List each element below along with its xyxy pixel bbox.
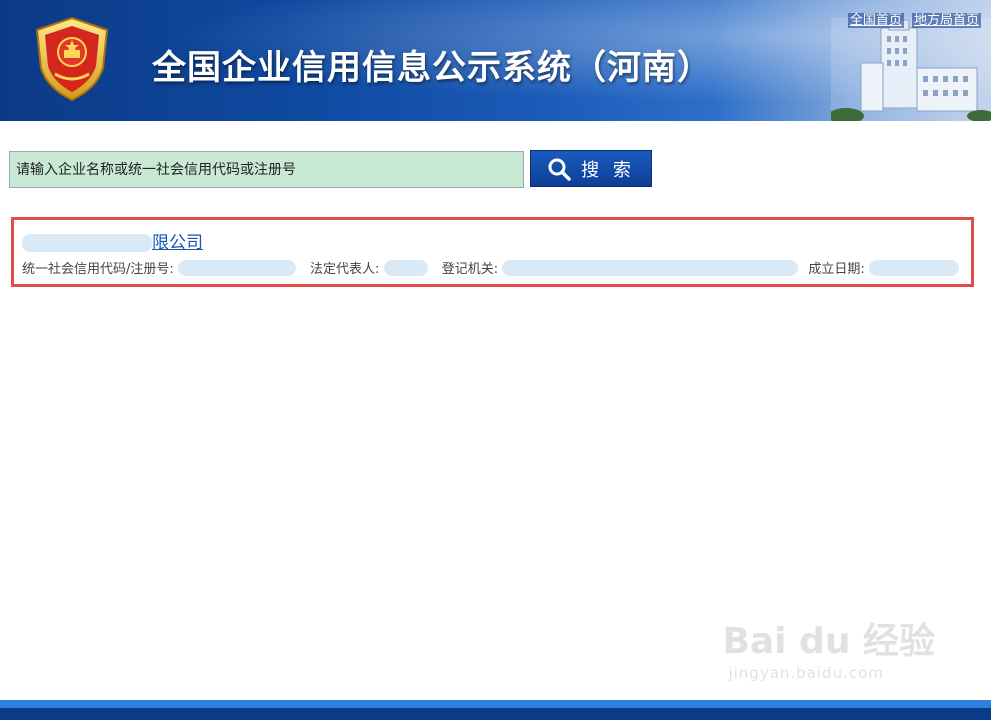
redacted-text	[868, 259, 959, 276]
page-title: 全国企业信用信息公示系统（河南）	[152, 48, 712, 88]
footer	[0, 708, 991, 720]
redacted-text	[177, 259, 296, 276]
credit-code-label: 统一社会信用代码/注册号:	[22, 262, 174, 277]
redacted-text	[502, 259, 799, 276]
search-result-item: 限公司 统一社会信用代码/注册号: 法定代表人: 登记机关: 成立日期:	[11, 217, 974, 287]
search-icon	[548, 158, 571, 181]
search-input[interactable]	[9, 151, 524, 188]
search-button[interactable]: 搜 索	[530, 150, 652, 187]
search-button-label: 搜 索	[581, 159, 635, 181]
establish-date-label: 成立日期:	[808, 262, 865, 277]
top-links: 全国首页 地方局首页	[844, 9, 981, 28]
redacted-text	[22, 234, 152, 252]
watermark-logo: Bai du 经验	[722, 621, 935, 662]
national-home-link[interactable]: 全国首页	[847, 13, 904, 28]
site-header: 全国企业信用信息公示系统（河南） 全国首页 地方局首页	[0, 0, 991, 121]
legal-rep-label: 法定代表人:	[310, 262, 380, 277]
national-emblem-icon	[35, 16, 109, 102]
building-illustration	[831, 18, 991, 121]
company-info-row: 统一社会信用代码/注册号: 法定代表人: 登记机关: 成立日期:	[22, 258, 959, 277]
watermark-url: jingyan.baidu.com	[728, 664, 884, 682]
redacted-text	[383, 259, 428, 276]
watermark: Bai du 经验 jingyan.baidu.com	[722, 612, 935, 682]
registration-authority-label: 登记机关:	[441, 262, 499, 277]
local-home-link[interactable]: 地方局首页	[911, 13, 981, 28]
footer-strip	[0, 700, 991, 708]
company-name-link[interactable]: 限公司	[22, 228, 203, 253]
